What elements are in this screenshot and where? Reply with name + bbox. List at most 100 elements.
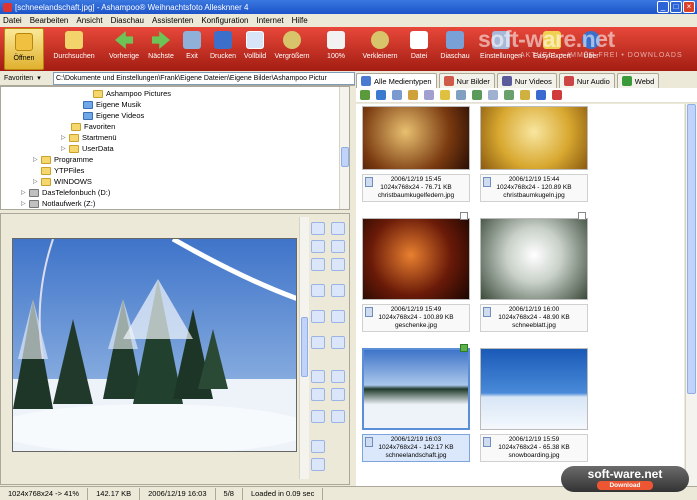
mirror-icon[interactable]	[331, 240, 345, 253]
tab-audio-only[interactable]: Nur Audio	[558, 73, 615, 88]
tree-item-programme[interactable]: ▷ Programme	[33, 154, 93, 165]
filter-icon[interactable]	[408, 90, 418, 100]
select-checkbox[interactable]	[460, 212, 468, 220]
print-button[interactable]: Drucken	[206, 27, 240, 71]
thumbnail-card-selected[interactable]: 2006/12/19 16:03 1024x768x24 - 142.17 KB…	[362, 344, 470, 462]
text-icon[interactable]	[331, 370, 345, 383]
select-all-icon[interactable]	[472, 90, 482, 100]
window-title: [schneelandschaft.jpg] - Ashampoo® Weihn…	[15, 2, 249, 12]
gallery-scrollbar[interactable]	[685, 104, 697, 488]
search-icon[interactable]	[424, 90, 434, 100]
minimize-button[interactable]: _	[657, 1, 669, 13]
menu-hilfe[interactable]: Hilfe	[292, 16, 308, 25]
thumbnail-size-icon[interactable]	[488, 90, 498, 100]
tree-item-ashampoo-pictures[interactable]: Ashampoo Pictures	[93, 88, 171, 99]
exit-button[interactable]: Exit	[178, 27, 206, 71]
tab-videos-only[interactable]: Nur Videos	[496, 73, 557, 88]
file-button[interactable]: Datei	[402, 27, 436, 71]
refresh-icon[interactable]	[392, 90, 402, 100]
tab-images-only[interactable]: Nur Bilder	[438, 73, 495, 88]
contrast-icon[interactable]	[331, 284, 345, 297]
info-icon[interactable]	[331, 410, 345, 423]
expand-icon[interactable]: ▷	[33, 178, 39, 185]
expand-icon[interactable]: ▷	[21, 189, 27, 196]
web-icon	[621, 76, 632, 86]
view-icon[interactable]	[376, 90, 386, 100]
select-checkbox[interactable]	[460, 344, 468, 352]
menu-bearbeiten[interactable]: Bearbeiten	[30, 16, 69, 25]
menu-ansicht[interactable]: Ansicht	[76, 16, 102, 25]
sharpen-icon[interactable]	[311, 310, 325, 323]
expand-icon[interactable]: ▷	[61, 145, 67, 152]
thumbnail-card[interactable]: 2006/12/19 15:45 1024x768x24 - 76.71 KB …	[362, 106, 470, 202]
thumbnail-card[interactable]: 2006/12/19 15:44 1024x768x24 - 120.89 KB…	[480, 106, 588, 202]
menu-internet[interactable]: Internet	[257, 16, 284, 25]
effects-icon[interactable]	[311, 336, 325, 349]
thumbnail-card[interactable]: 2006/12/19 15:59 1024x768x24 - 65.38 KB …	[480, 348, 588, 462]
rotate-right-icon[interactable]	[331, 222, 345, 235]
clipart-icon[interactable]	[311, 388, 325, 401]
fullscreen-button[interactable]: Vollbild	[240, 27, 270, 71]
zoom-in-button[interactable]: Vergrößern	[270, 27, 314, 71]
copy-icon[interactable]	[504, 90, 514, 100]
tab-label: Alle Medientypen	[374, 76, 432, 86]
menu-konfiguration[interactable]: Konfiguration	[201, 16, 248, 25]
tree-item-userdata[interactable]: ▷ UserData	[61, 143, 114, 154]
new-folder-icon[interactable]	[440, 90, 450, 100]
move-icon[interactable]	[520, 90, 530, 100]
crop-icon[interactable]	[311, 258, 325, 271]
thumbnail-info: 1024x768x24 - 48.90 KB	[498, 314, 570, 321]
preview-scrollbar[interactable]	[299, 217, 309, 479]
blur-icon[interactable]	[331, 310, 345, 323]
tree-item-drive-z[interactable]: ▷ Notlaufwerk (Z:)	[21, 198, 95, 209]
thumbnail-card[interactable]: 2006/12/19 16:00 1024x768x24 - 48.90 KB …	[480, 212, 588, 332]
brightness-icon[interactable]	[311, 284, 325, 297]
tree-item-favoriten[interactable]: Favoriten	[71, 121, 115, 132]
rename-icon[interactable]	[536, 90, 546, 100]
select-checkbox[interactable]	[578, 212, 586, 220]
frame-icon[interactable]	[311, 370, 325, 383]
tree-item-drive-d[interactable]: ▷ DasTelefonbuch (D:)	[21, 187, 110, 198]
zoom-100-button[interactable]: 100%	[314, 27, 358, 71]
tab-all-media[interactable]: Alle Medientypen	[356, 73, 437, 88]
draw-icon[interactable]	[331, 388, 345, 401]
next-button[interactable]: Nächste	[144, 27, 178, 71]
open-button[interactable]: Öffnen	[4, 28, 44, 70]
up-folder-icon[interactable]	[360, 90, 370, 100]
expand-icon[interactable]: ▷	[61, 134, 67, 141]
color-palette-icon[interactable]	[311, 458, 325, 471]
scroll-thumb[interactable]	[341, 147, 349, 167]
flip-icon[interactable]	[311, 240, 325, 253]
preview-image[interactable]	[12, 238, 297, 452]
thumbnail-card[interactable]: 2006/12/19 15:49 1024x768x24 - 100.89 KB…	[362, 212, 470, 332]
tree-item-ytpfiles[interactable]: YTPFiles	[41, 165, 84, 176]
slideshow-button[interactable]: Diaschau	[436, 27, 474, 71]
sort-icon[interactable]	[456, 90, 466, 100]
tree-item-startmenu[interactable]: ▷ Startmenü	[61, 132, 117, 143]
path-input[interactable]: C:\Dokumente und Einstellungen\Frank\Eig…	[53, 71, 355, 85]
tree-item-eigene-musik[interactable]: Eigene Musik	[83, 99, 141, 110]
tree-scrollbar[interactable]	[339, 87, 349, 209]
send-icon[interactable]	[311, 440, 325, 453]
tree-item-windows[interactable]: ▷ WINDOWS	[33, 176, 92, 187]
red-eye-icon[interactable]	[331, 336, 345, 349]
menu-assistenten[interactable]: Assistenten	[152, 16, 193, 25]
undo-icon[interactable]	[311, 410, 325, 423]
previous-button[interactable]: Vorherige	[104, 27, 144, 71]
scroll-thumb[interactable]	[301, 317, 308, 377]
tree-item-eigene-videos[interactable]: Eigene Videos	[83, 110, 144, 121]
favorites-dropdown[interactable]: Favoriten ▾	[0, 72, 53, 85]
close-button[interactable]: ×	[683, 1, 695, 13]
rotate-left-icon[interactable]	[311, 222, 325, 235]
tab-web[interactable]: Webd	[616, 73, 660, 88]
expand-icon[interactable]: ▷	[33, 156, 39, 163]
menu-datei[interactable]: Datei	[3, 16, 22, 25]
delete-icon[interactable]	[552, 90, 562, 100]
expand-icon[interactable]: ▷	[21, 200, 27, 207]
browse-button[interactable]: Durchsuchen	[44, 27, 104, 71]
zoom-out-button[interactable]: Verkleinern	[358, 27, 402, 71]
maximize-button[interactable]: □	[670, 1, 682, 13]
menu-diaschau[interactable]: Diaschau	[111, 16, 144, 25]
scroll-thumb[interactable]	[687, 104, 696, 394]
resize-icon[interactable]	[331, 258, 345, 271]
